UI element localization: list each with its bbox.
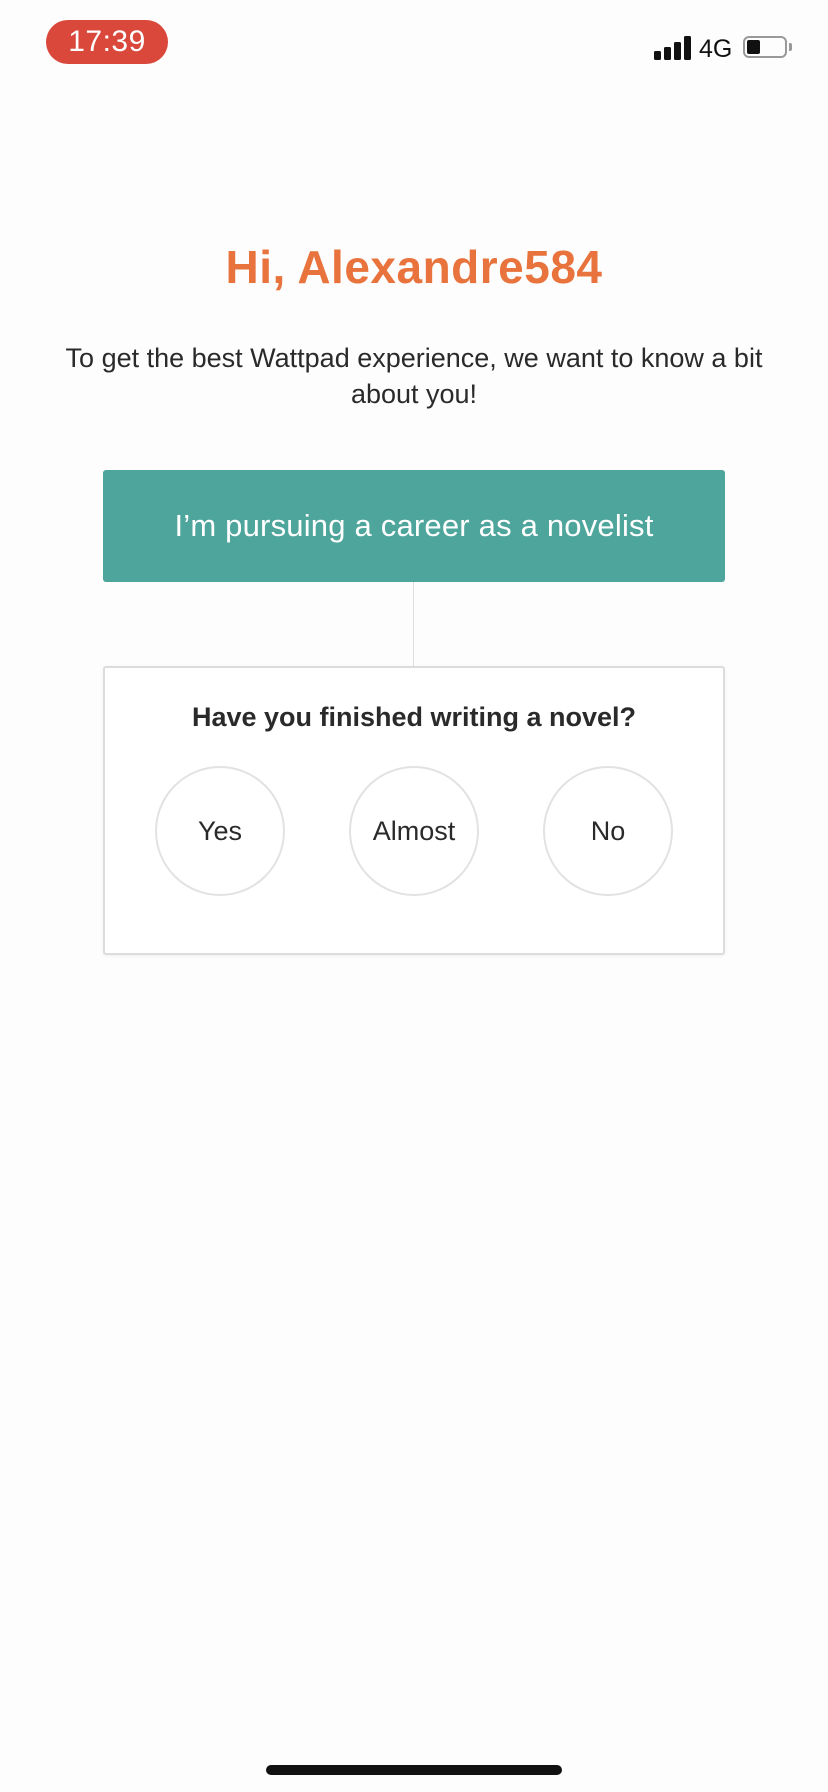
answer-almost-button[interactable]: Almost	[349, 766, 479, 896]
question-text: Have you finished writing a novel?	[191, 702, 637, 732]
intro-text: To get the best Wattpad experience, we w…	[65, 343, 763, 409]
network-type: 4G	[699, 35, 733, 63]
signal-strength-icon	[654, 36, 692, 60]
answer-no-button[interactable]: No	[543, 766, 673, 896]
career-novelist-button[interactable]: I’m pursuing a career as a novelist	[103, 470, 725, 582]
home-indicator[interactable]	[266, 1765, 562, 1775]
battery-icon	[743, 36, 787, 58]
question-card: Have you finished writing a novel? Yes A…	[103, 666, 725, 955]
connector-line	[413, 582, 414, 666]
answer-yes-button[interactable]: Yes	[155, 766, 285, 896]
status-bar: 17:39 4G	[0, 0, 828, 100]
battery-cap	[789, 43, 792, 51]
greeting-title: Hi, Alexandre584	[225, 241, 603, 293]
battery-level	[747, 40, 760, 54]
status-time: 17:39	[46, 20, 168, 64]
